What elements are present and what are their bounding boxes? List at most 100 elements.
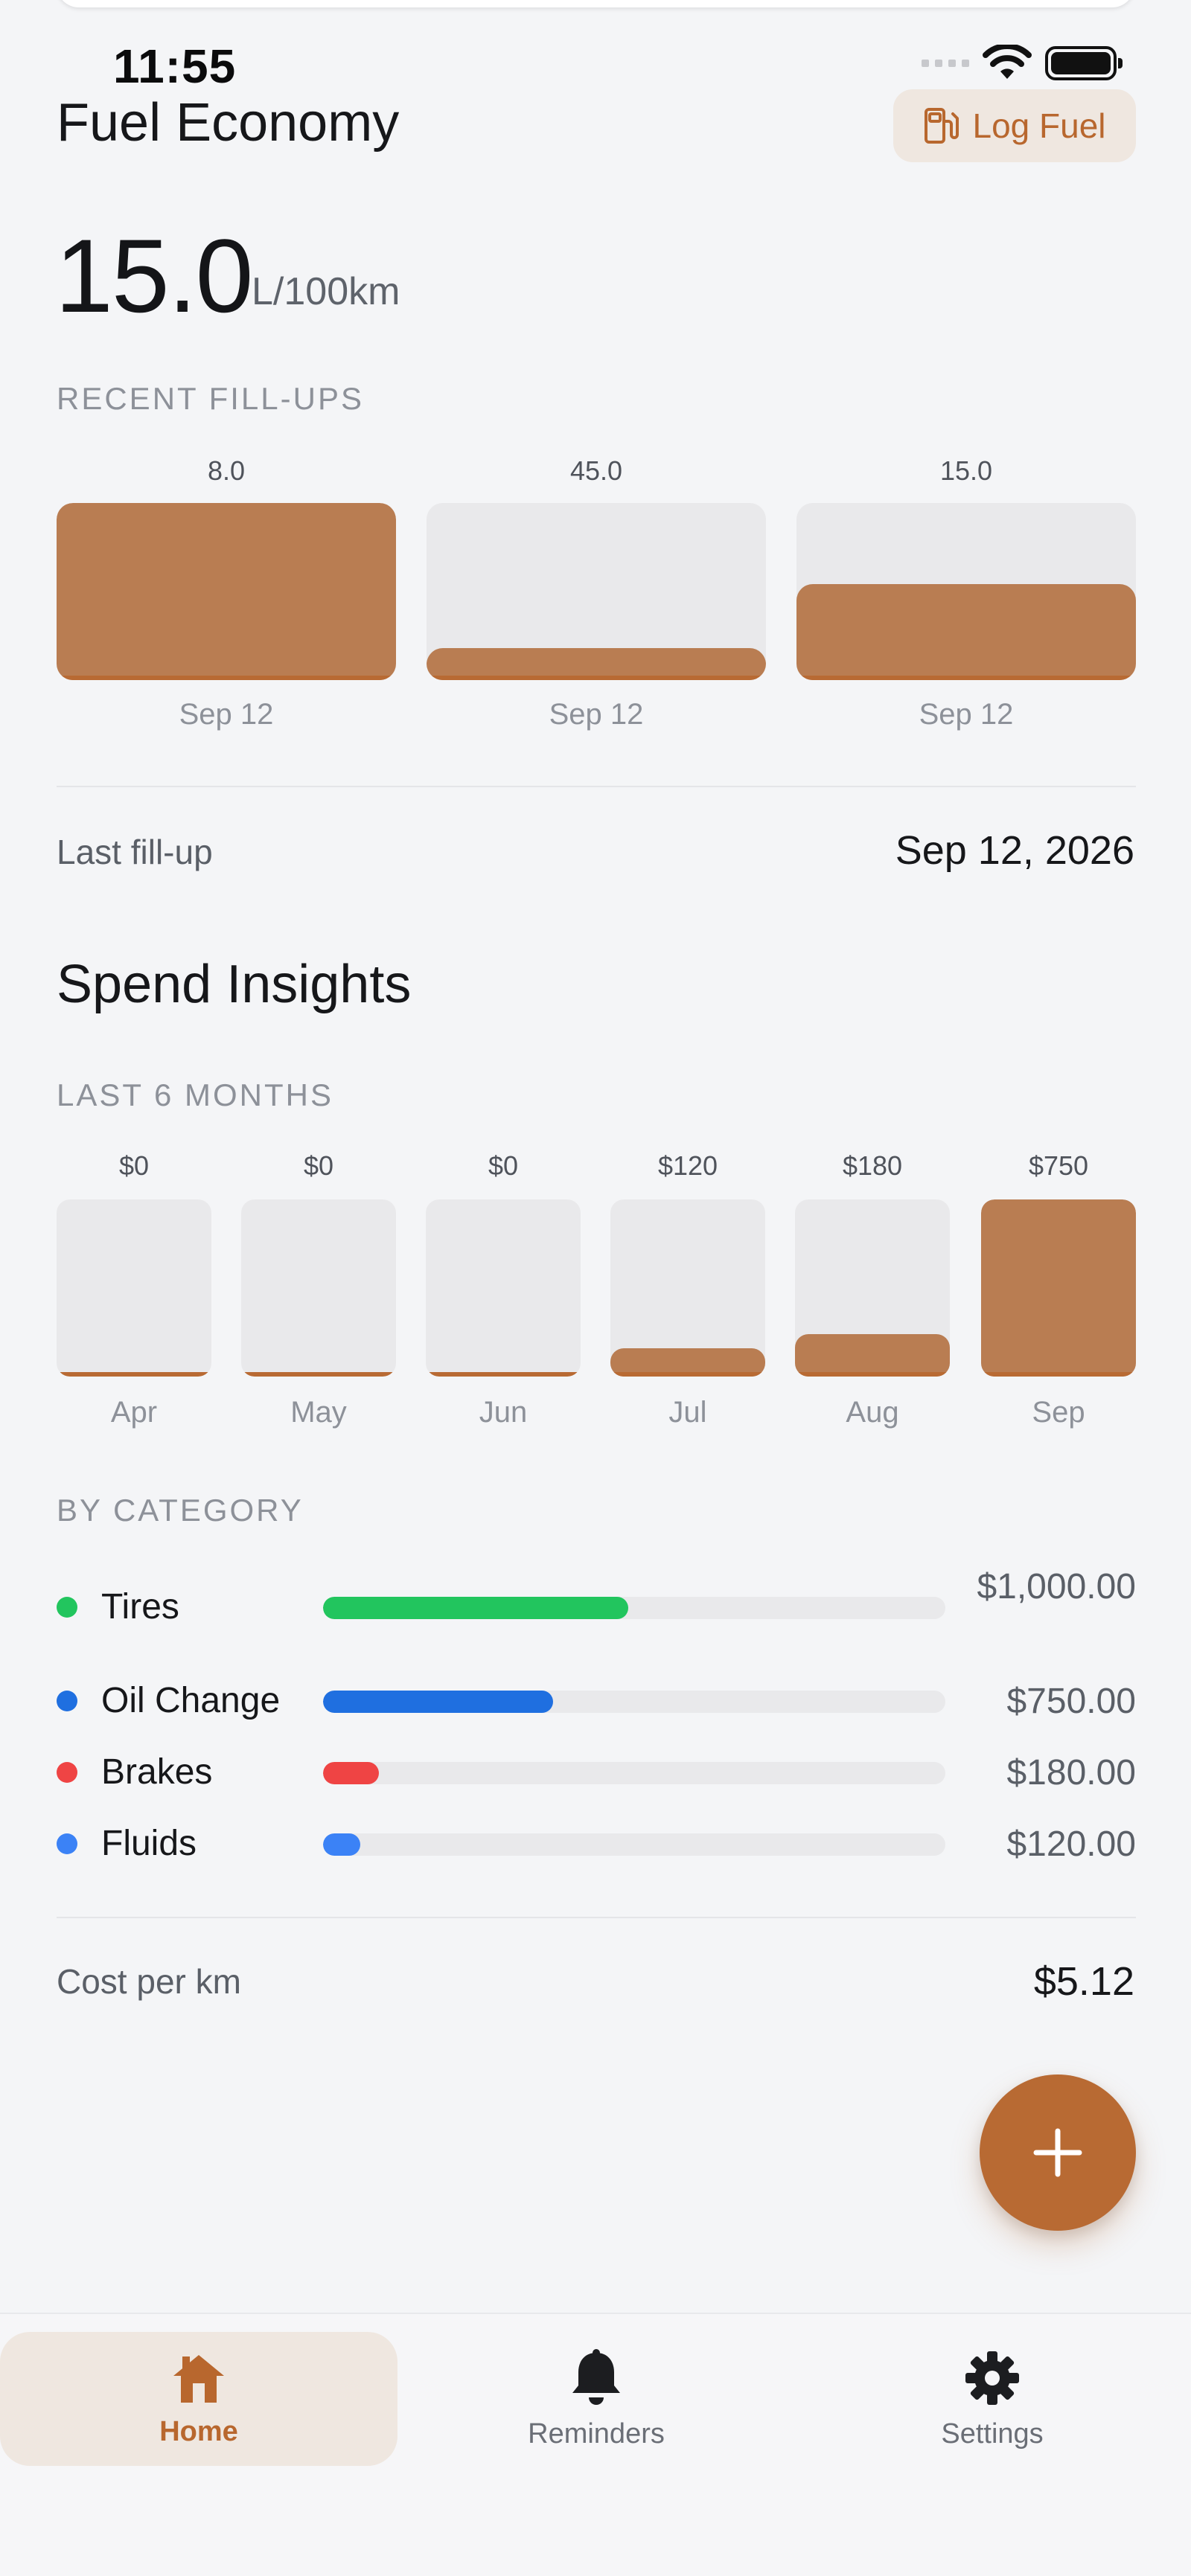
spend-insights-title: Spend Insights: [57, 955, 412, 1014]
log-fuel-label: Log Fuel: [972, 106, 1106, 145]
month-value: $120: [657, 1150, 718, 1181]
month-label: Jul: [668, 1396, 707, 1429]
fillup-date: Sep 12: [919, 698, 1014, 731]
last-fillup-value: Sep 12, 2026: [895, 828, 1134, 873]
category-name: Tires: [101, 1587, 179, 1627]
gear-icon: [965, 2351, 1019, 2405]
category-dot: [57, 1833, 77, 1854]
month-label: Apr: [110, 1396, 158, 1429]
screen: 11:55 Fuel Economy Log Fuel 15.0 L/100km…: [0, 0, 1191, 2576]
fillup-bar-track: [57, 503, 396, 680]
signal-icon: [922, 60, 969, 67]
plus-icon: [1033, 2128, 1082, 2177]
month-value: $0: [303, 1150, 334, 1181]
fillup-bar-track: [796, 503, 1136, 680]
category-amount: $750.00: [1006, 1682, 1136, 1721]
month-value: $0: [488, 1150, 519, 1181]
category-bar-track: [323, 1597, 945, 1619]
month-label: Sep: [1032, 1396, 1085, 1429]
divider: [57, 786, 1136, 787]
month-label: Jun: [479, 1396, 528, 1429]
fillup-bar-item: 8.0 Sep 12: [57, 446, 396, 744]
month-bar: [981, 1199, 1136, 1377]
month-value: $180: [842, 1150, 903, 1181]
category-name: Fluids: [101, 1824, 197, 1863]
by-category-label: BY CATEGORY: [57, 1493, 304, 1528]
fillup-value: 15.0: [939, 455, 993, 486]
nav-label-home: Home: [159, 2415, 238, 2447]
nav-label-settings: Settings: [941, 2418, 1044, 2450]
bottom-nav: Home Reminders Settings: [0, 2313, 1191, 2576]
nav-item-reminders[interactable]: Reminders: [397, 2332, 795, 2466]
category-bar-track: [323, 1691, 945, 1713]
category-dot: [57, 1762, 77, 1783]
fillup-value: 45.0: [569, 455, 623, 486]
category-dot: [57, 1597, 77, 1618]
category-row-fluids: Fluids $120.00: [57, 1817, 1136, 1884]
month-bar-item: $180 Aug: [795, 1141, 950, 1439]
fillup-bar-track: [427, 503, 766, 680]
cost-per-km-label: Cost per km: [57, 1962, 241, 2001]
add-button[interactable]: [980, 2074, 1136, 2231]
category-name: Oil Change: [101, 1681, 281, 1720]
category-row-tires: Tires $1,000.00: [57, 1563, 1136, 1655]
nav-label-reminders: Reminders: [528, 2418, 665, 2450]
month-bar-track: [610, 1199, 765, 1377]
top-card-edge: [57, 0, 1134, 7]
month-bar-item: $750 Sep: [981, 1141, 1136, 1439]
wifi-icon: [983, 45, 1032, 79]
category-bar-fill: [323, 1597, 628, 1619]
fillup-date: Sep 12: [549, 698, 644, 731]
month-bar-track: [57, 1199, 211, 1377]
month-bar-track: [795, 1199, 950, 1377]
monthly-spend-chart: $0 Apr $0 May $0 Jun $120 Jul $180 Aug $…: [57, 1141, 1136, 1439]
month-bar-track: [981, 1199, 1136, 1377]
last-fillup-label: Last fill-up: [57, 833, 213, 871]
battery-icon: [1045, 46, 1123, 80]
category-bar-fill: [323, 1833, 361, 1856]
month-value: $0: [118, 1150, 150, 1181]
last-6-months-label: LAST 6 MONTHS: [57, 1077, 333, 1112]
category-bar-fill: [323, 1691, 554, 1713]
fuel-economy-value: 15.0: [55, 217, 253, 334]
month-bar-item: $0 Apr: [57, 1141, 211, 1439]
fillup-bar: [796, 584, 1136, 680]
divider: [57, 1917, 1136, 1918]
category-bar-track: [323, 1762, 945, 1784]
category-dot: [57, 1691, 77, 1711]
fillup-bar-item: 15.0 Sep 12: [796, 446, 1136, 744]
fillup-value: 8.0: [207, 455, 246, 486]
bell-icon: [572, 2348, 620, 2405]
month-bar-item: $0 May: [241, 1141, 396, 1439]
cost-per-km-value: $5.12: [1033, 1959, 1134, 2004]
category-row-oil-change: Oil Change $750.00: [57, 1674, 1136, 1741]
category-amount: $1,000.00: [977, 1567, 1136, 1606]
fillup-date: Sep 12: [179, 698, 274, 731]
month-bar-item: $120 Jul: [610, 1141, 765, 1439]
nav-item-settings[interactable]: Settings: [794, 2332, 1191, 2466]
log-fuel-button[interactable]: Log Fuel: [893, 89, 1136, 162]
fuel-pump-icon: [925, 108, 959, 144]
category-row-brakes: Brakes $180.00: [57, 1746, 1136, 1813]
recent-fillups-label: RECENT FILL-UPS: [57, 381, 364, 416]
category-amount: $180.00: [1006, 1753, 1136, 1792]
fillup-bar: [57, 503, 396, 680]
month-label: May: [290, 1396, 347, 1429]
month-bar-item: $0 Jun: [426, 1141, 581, 1439]
fuel-economy-unit: L/100km: [252, 270, 400, 313]
month-bar-track: [426, 1199, 581, 1377]
category-bar-fill: [323, 1762, 380, 1784]
category-name: Brakes: [101, 1752, 213, 1792]
month-label: Aug: [846, 1396, 899, 1429]
status-icons: [922, 45, 1123, 82]
month-bar-track: [241, 1199, 396, 1377]
category-amount: $120.00: [1006, 1824, 1136, 1864]
recent-fillups-chart: 8.0 Sep 12 45.0 Sep 12 15.0 Sep 12: [57, 446, 1136, 744]
nav-item-home[interactable]: Home: [0, 2332, 397, 2466]
page-title: Fuel Economy: [57, 93, 400, 153]
month-bar: [795, 1333, 950, 1377]
status-time: 11:55: [113, 39, 237, 93]
month-value: $750: [1028, 1150, 1089, 1181]
fillup-bar-item: 45.0 Sep 12: [427, 446, 766, 744]
category-bar-track: [323, 1833, 945, 1856]
